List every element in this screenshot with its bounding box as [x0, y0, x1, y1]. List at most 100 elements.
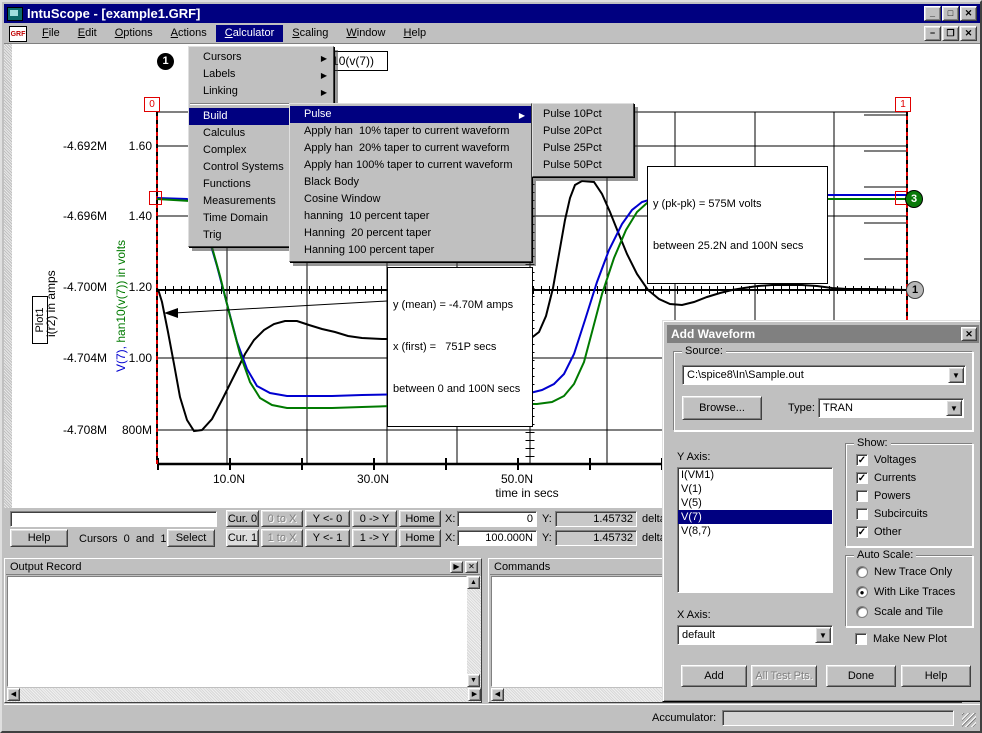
radio-new-trace-only[interactable]: New Trace Only [856, 566, 952, 578]
amps-axis-label: i(r2) in amps [44, 270, 58, 337]
cursor-1-handle[interactable]: 1 [895, 97, 911, 112]
resize-grip[interactable] [962, 713, 976, 727]
checkbox-icon[interactable] [855, 633, 867, 645]
cur1-button[interactable]: Cur. 1 [226, 529, 259, 547]
output-record-vscrollbar[interactable]: ▲ ▼ [467, 576, 481, 687]
y-axis-label: Y Axis: [677, 451, 710, 463]
dropdown-arrow-icon[interactable]: ▼ [815, 627, 831, 643]
status-bar: Accumulator: [4, 704, 982, 731]
expression-input[interactable] [10, 511, 217, 527]
accumulator-field[interactable] [722, 710, 954, 726]
menu-item-han20[interactable]: Apply han 20% taper to current waveform [290, 140, 531, 157]
trace-end-badge-gray[interactable]: 1 [906, 281, 924, 299]
menu-item-pulse[interactable]: Pulse▶ [290, 106, 531, 123]
accumulator-label: Accumulator: [652, 712, 716, 724]
build-submenu: Pulse▶ Apply han 10% taper to current wa… [289, 103, 532, 262]
menu-item-black-body[interactable]: Black Body [290, 174, 531, 191]
cursor-0-trace-marker [149, 191, 162, 205]
home1-button[interactable]: Home [399, 529, 441, 547]
dialog-title-bar[interactable]: Add Waveform [667, 325, 979, 343]
checkbox-other[interactable]: ✓ Other [856, 526, 902, 538]
checkbox-make-new-plot[interactable]: Make New Plot [855, 633, 947, 645]
checkbox-icon[interactable]: ✓ [856, 454, 868, 466]
menu-item-hanning20[interactable]: Hanning 20 percent taper [290, 225, 531, 242]
one-to-y-button[interactable]: 1 -> Y [352, 529, 397, 547]
trace-1-marker[interactable]: 1 [157, 53, 174, 70]
volts-tick: 1.60 [102, 139, 152, 153]
checkbox-icon[interactable]: ✓ [856, 472, 868, 484]
checkbox-icon[interactable]: ✓ [856, 526, 868, 538]
x-tick: 30.0N [343, 472, 403, 486]
home0-button[interactable]: Home [399, 510, 441, 527]
radio-scale-and-tile[interactable]: Scale and Tile [856, 606, 943, 618]
mean-annotation[interactable]: y (mean) = -4.70M amps x (first) = 751P … [387, 267, 533, 427]
type-combobox[interactable]: TRAN ▼ [818, 398, 964, 418]
trace-end-badge-green[interactable]: 3 [905, 190, 923, 208]
output-record-hscrollbar[interactable]: ◀ ▶ [7, 688, 481, 702]
all-test-pts-button[interactable]: All Test Pts. [751, 665, 817, 687]
dropdown-arrow-icon[interactable]: ▼ [948, 367, 964, 383]
scroll-left-icon[interactable]: ◀ [7, 688, 20, 701]
cursor-0-handle[interactable]: 0 [144, 97, 160, 112]
list-item[interactable]: V(8,7) [678, 524, 832, 538]
panel-expand-icon[interactable]: ▶ [450, 561, 463, 573]
menu-item-hanning100[interactable]: Hanning 100 percent taper [290, 242, 531, 259]
x1-value[interactable]: 100.000N [457, 530, 537, 546]
radio-icon[interactable]: ● [856, 586, 868, 598]
output-record-header[interactable]: Output Record [6, 560, 480, 575]
x-axis-label: time in secs [482, 486, 572, 500]
list-item-selected[interactable]: V(7) [678, 510, 832, 524]
radio-icon[interactable] [856, 566, 868, 578]
panel-close-icon[interactable]: ✕ [465, 561, 478, 573]
menu-item-cursors[interactable]: Cursors▶ [189, 49, 333, 66]
select-button[interactable]: Select [167, 529, 215, 547]
checkbox-subcircuits[interactable]: Subcircuits [856, 508, 928, 520]
checkbox-currents[interactable]: ✓ Currents [856, 472, 916, 484]
menu-item-pulse-25pct[interactable]: Pulse 25Pct [533, 140, 633, 157]
radio-icon[interactable] [856, 606, 868, 618]
checkbox-icon[interactable] [856, 490, 868, 502]
menu-item-cosine-window[interactable]: Cosine Window [290, 191, 531, 208]
scroll-left-icon[interactable]: ◀ [491, 688, 504, 701]
list-item[interactable]: I(VM1) [678, 468, 832, 482]
zero-to-y-button[interactable]: 0 -> Y [352, 510, 397, 527]
menu-item-han100[interactable]: Apply han 100% taper to current waveform [290, 157, 531, 174]
amps-tick: -4.708M [57, 423, 107, 437]
checkbox-icon[interactable] [856, 508, 868, 520]
checkbox-powers[interactable]: Powers [856, 490, 911, 502]
menu-item-pulse-10pct[interactable]: Pulse 10Pct [533, 106, 633, 123]
output-record-content[interactable] [7, 576, 467, 687]
x-axis-combobox[interactable]: default ▼ [677, 625, 833, 645]
y-axis-listbox[interactable]: I(VM1) V(1) V(5) V(7) V(8,7) [677, 467, 833, 593]
source-combobox[interactable]: C:\spice8\In\Sample.out ▼ [682, 365, 966, 385]
scroll-up-icon[interactable]: ▲ [467, 576, 480, 589]
menu-item-pulse-50pct[interactable]: Pulse 50Pct [533, 157, 633, 174]
output-record-panel: Output Record ▶ ✕ ▲ ▼ ◀ ▶ [4, 558, 482, 703]
menu-item-linking[interactable]: Linking▶ [189, 83, 333, 100]
list-item[interactable]: V(1) [678, 482, 832, 496]
done-button[interactable]: Done [826, 665, 896, 687]
x0-value[interactable]: 0 [457, 511, 537, 527]
browse-button[interactable]: Browse... [682, 396, 762, 420]
checkbox-voltages[interactable]: ✓ Voltages [856, 454, 916, 466]
cur0-to-x-button[interactable]: 0 to X [261, 510, 303, 527]
dialog-help-button[interactable]: Help [901, 665, 971, 687]
dialog-close-icon[interactable]: ✕ [961, 327, 977, 341]
menu-item-hanning10[interactable]: hanning 10 percent taper [290, 208, 531, 225]
help-button[interactable]: Help [10, 529, 68, 547]
y-from-0-button[interactable]: Y <- 0 [305, 510, 350, 527]
menu-item-han10[interactable]: Apply han 10% taper to current waveform [290, 123, 531, 140]
cur1-to-x-button[interactable]: 1 to X [261, 529, 303, 547]
add-button[interactable]: Add [681, 665, 747, 687]
radio-with-like-traces[interactable]: ● With Like Traces [856, 586, 955, 598]
cur0-button[interactable]: Cur. 0 [226, 510, 259, 527]
list-item[interactable]: V(5) [678, 496, 832, 510]
y-from-1-button[interactable]: Y <- 1 [305, 529, 350, 547]
scroll-right-icon[interactable]: ▶ [468, 688, 481, 701]
dropdown-arrow-icon[interactable]: ▼ [946, 400, 962, 416]
menu-item-pulse-20pct[interactable]: Pulse 20Pct [533, 123, 633, 140]
show-group: Show: ✓ Voltages ✓ Currents Powers Subci… [845, 443, 973, 547]
pkpk-annotation[interactable]: y (pk-pk) = 575M volts between 25.2N and… [647, 166, 828, 284]
scroll-down-icon[interactable]: ▼ [467, 674, 480, 687]
menu-item-labels[interactable]: Labels▶ [189, 66, 333, 83]
